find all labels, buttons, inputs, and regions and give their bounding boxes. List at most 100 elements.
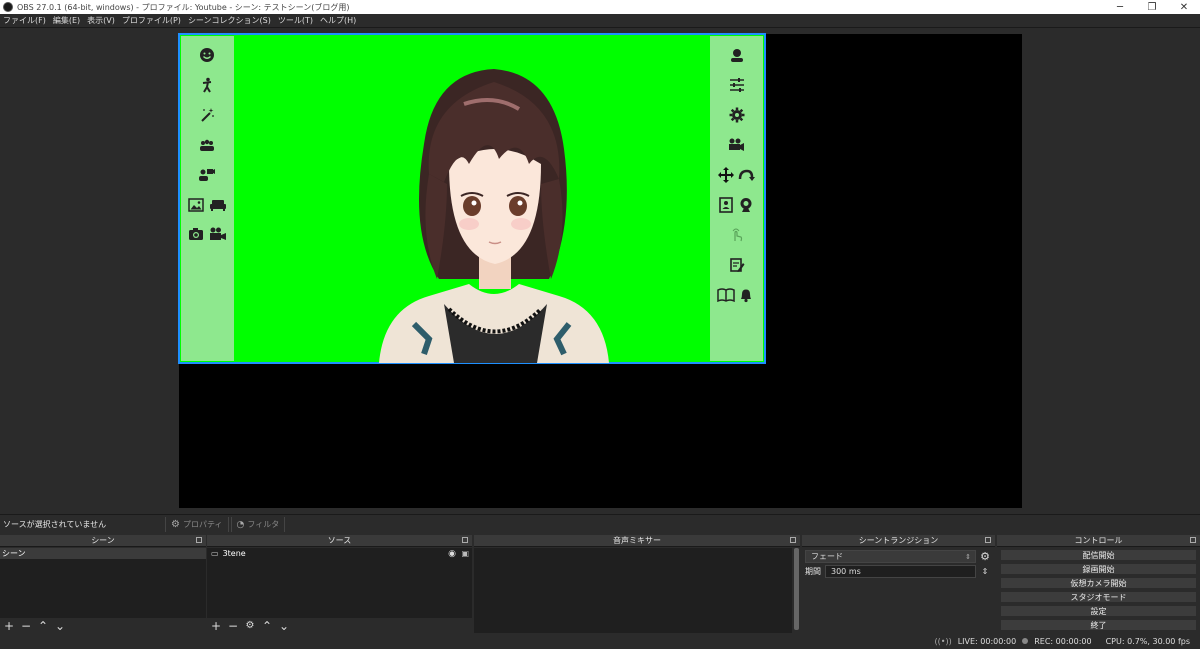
duration-input[interactable]: 300 ms [825, 565, 976, 578]
sofa-icon[interactable] [209, 196, 227, 214]
scenes-dock-header: シーン [0, 535, 206, 547]
scrollbar-thumb[interactable] [794, 548, 799, 630]
menu-file[interactable]: ファイル(F) [3, 15, 46, 26]
remove-icon[interactable]: − [227, 620, 239, 632]
edit-note-icon[interactable] [728, 256, 746, 274]
avatar-camera-icon[interactable] [198, 166, 216, 184]
status-bar: ((•)) LIVE: 00:00:00 REC: 00:00:00 CPU: … [0, 633, 1200, 649]
undock-icon[interactable] [985, 537, 991, 543]
mixer-area [474, 548, 792, 633]
start-virtual-camera-button[interactable]: 仮想カメラ開始 [1000, 577, 1197, 589]
source-list[interactable]: ▭ 3tene ◉ ▣ [207, 548, 472, 618]
close-button[interactable]: ✕ [1168, 0, 1200, 14]
contact-card-icon[interactable] [717, 196, 735, 214]
mixer-dock-title: 音声ミキサー [613, 536, 661, 545]
settings-button[interactable]: 設定 [1000, 605, 1197, 617]
undock-icon[interactable] [196, 537, 202, 543]
menu-bar: ファイル(F) 編集(E) 表示(V) プロファイル(P) シーンコレクション(… [0, 14, 1200, 28]
rotate-icon[interactable] [737, 166, 755, 184]
move-down-icon[interactable]: ⌄ [278, 620, 290, 632]
dock-area: シーン シーン + − ⌃ ⌄ ソース ▭ 3tene ◉ ▣ + − ⚙ ⌃ … [0, 535, 1200, 633]
move-arrows-icon[interactable] [717, 166, 735, 184]
menu-scene-collection[interactable]: シーンコレクション(S) [188, 15, 271, 26]
image-icon[interactable] [187, 196, 205, 214]
transition-selected: フェード [811, 552, 843, 561]
move-up-icon[interactable]: ⌃ [37, 620, 49, 632]
person-settings-icon[interactable] [728, 46, 746, 64]
restore-button[interactable]: ❐ [1136, 0, 1168, 14]
undock-icon[interactable] [1190, 537, 1196, 543]
bell-icon[interactable] [737, 286, 755, 304]
preview-area [0, 28, 1200, 514]
mixer-dock-header: 音声ミキサー [474, 535, 800, 547]
preview-canvas[interactable] [178, 33, 1022, 508]
menu-edit[interactable]: 編集(E) [53, 15, 80, 26]
group-icon[interactable] [198, 136, 216, 154]
mixer-scrollbar[interactable] [793, 548, 800, 630]
controls-dock: コントロール 配信開始 録画開始 仮想カメラ開始 スタジオモード 設定 終了 [997, 535, 1200, 633]
book-icon[interactable] [717, 286, 735, 304]
no-source-selected-label: ソースが選択されていません [3, 520, 107, 529]
add-icon[interactable]: + [210, 620, 222, 632]
magic-wand-icon[interactable] [198, 106, 216, 124]
menu-tools[interactable]: ツール(T) [278, 15, 313, 26]
game-capture-icon: ▭ [211, 549, 219, 558]
menu-view[interactable]: 表示(V) [87, 15, 115, 26]
face-icon[interactable] [198, 46, 216, 64]
camera-icon[interactable] [187, 225, 205, 243]
filters-label: フィルタ [247, 520, 280, 529]
source-toolbar: ソースが選択されていません ⚙ プロパティ ◔ フィルタ [0, 514, 1200, 534]
spinner-icon[interactable]: ⇕ [978, 567, 992, 576]
webcam-icon[interactable] [737, 196, 755, 214]
menu-profile[interactable]: プロファイル(P) [122, 15, 181, 26]
menu-help[interactable]: ヘルプ(H) [320, 15, 356, 26]
start-recording-button[interactable]: 録画開始 [1000, 563, 1197, 575]
properties-label: プロパティ [182, 520, 223, 529]
cpu-fps-readout: CPU: 0.7%, 30.00 fps [1105, 636, 1190, 646]
start-streaming-button[interactable]: 配信開始 [1000, 549, 1197, 561]
studio-mode-button[interactable]: スタジオモード [1000, 591, 1197, 603]
title-bar: OBS 27.0.1 (64-bit, windows) - プロファイル: Y… [0, 0, 1200, 14]
undock-icon[interactable] [462, 537, 468, 543]
vtuber-avatar [379, 69, 609, 363]
remove-icon[interactable]: − [20, 620, 32, 632]
scenes-dock: シーン シーン + − ⌃ ⌄ [0, 535, 206, 633]
minimize-button[interactable]: ─ [1104, 0, 1136, 14]
visibility-eye-icon[interactable]: ◉ [448, 549, 456, 559]
duration-value: 300 ms [831, 567, 861, 576]
filter-icon: ◔ [236, 519, 245, 530]
transition-select[interactable]: フェード ⇕ [805, 550, 976, 563]
exit-button[interactable]: 終了 [1000, 619, 1197, 631]
controls-dock-header: コントロール [997, 535, 1200, 547]
source-item[interactable]: ▭ 3tene ◉ ▣ [207, 548, 472, 559]
lock-icon[interactable]: ▣ [461, 549, 469, 558]
source-3tene-capture[interactable] [178, 33, 766, 364]
add-icon[interactable]: + [3, 620, 15, 632]
move-down-icon[interactable]: ⌄ [54, 620, 66, 632]
undock-icon[interactable] [790, 537, 796, 543]
scene-list[interactable]: シーン [0, 548, 206, 618]
left-tool-panel [181, 36, 234, 361]
sources-dock: ソース ▭ 3tene ◉ ▣ + − ⚙ ⌃ ⌄ [207, 535, 472, 633]
scenes-dock-title: シーン [91, 536, 115, 545]
pose-icon[interactable] [198, 76, 216, 94]
properties-button[interactable]: ⚙ プロパティ [165, 517, 229, 532]
gear-icon[interactable]: ⚙ [244, 620, 256, 632]
window-title: OBS 27.0.1 (64-bit, windows) - プロファイル: Y… [17, 2, 350, 12]
transitions-dock: シーントランジション フェード ⇕ ⚙ 期間 300 ms ⇕ [802, 535, 995, 633]
gear-icon[interactable]: ⚙ [978, 550, 992, 563]
filters-button[interactable]: ◔ フィルタ [230, 517, 286, 532]
sliders-icon[interactable] [728, 76, 746, 94]
gear-icon[interactable] [728, 106, 746, 124]
duration-label: 期間 [805, 567, 821, 576]
live-broadcast-icon: ((•)) [934, 636, 952, 646]
scene-item[interactable]: シーン [0, 548, 206, 559]
rec-timer: REC: 00:00:00 [1034, 636, 1092, 646]
video-camera-icon[interactable] [209, 225, 227, 243]
movie-camera-icon[interactable] [728, 136, 746, 154]
sources-dock-header: ソース [207, 535, 472, 547]
sources-dock-title: ソース [327, 536, 352, 545]
move-up-icon[interactable]: ⌃ [261, 620, 273, 632]
transitions-dock-header: シーントランジション [802, 535, 995, 547]
touch-gesture-icon[interactable] [728, 226, 746, 244]
